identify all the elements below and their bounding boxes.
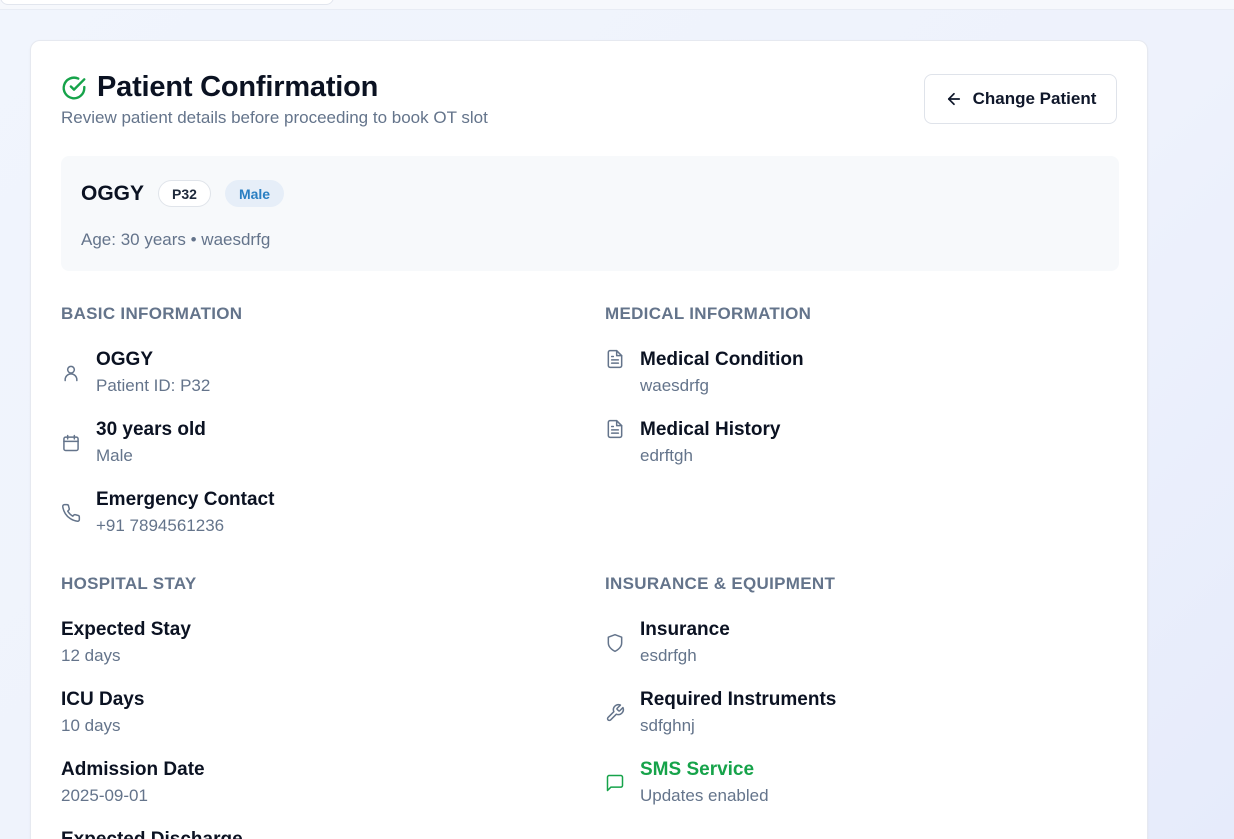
patient-meta: Age: 30 years • waesdrfg <box>81 230 271 249</box>
shield-icon <box>605 633 625 653</box>
wrench-icon <box>605 703 625 723</box>
info-value: edrftgh <box>640 446 693 465</box>
section-basic-information: BASIC INFORMATION <box>61 304 243 323</box>
stay-label: Admission Date <box>61 759 205 780</box>
info-label: Medical History <box>640 419 781 440</box>
user-icon <box>61 363 81 383</box>
document-icon <box>605 349 625 369</box>
info-label: OGGY <box>96 349 154 370</box>
info-value: Patient ID: P32 <box>96 376 211 395</box>
section-hospital-stay: HOSPITAL STAY <box>61 574 197 593</box>
top-bar <box>0 0 1234 10</box>
stay-item-expected-discharge: Expected Discharge <box>61 828 243 839</box>
gender-badge: Male <box>224 180 285 207</box>
section-medical-information: MEDICAL INFORMATION <box>605 304 812 323</box>
patient-confirmation-card: Patient Confirmation Review patient deta… <box>30 40 1148 839</box>
phone-icon <box>61 503 81 523</box>
info-label: SMS Service <box>640 759 755 780</box>
stay-label: Expected Discharge <box>61 828 243 839</box>
info-label: Required Instruments <box>640 689 837 710</box>
info-value: Male <box>96 446 133 465</box>
stay-label: Expected Stay <box>61 619 191 640</box>
change-patient-button[interactable]: Change Patient <box>924 74 1117 124</box>
info-item-age: 30 years old Male <box>61 418 206 467</box>
info-item-patient: OGGY Patient ID: P32 <box>61 348 210 397</box>
section-insurance-equipment: INSURANCE & EQUIPMENT <box>605 574 836 593</box>
info-item-insurance: Insurance esdrfgh <box>605 618 730 667</box>
patient-name: OGGY <box>81 181 145 205</box>
stay-value: 12 days <box>61 646 121 665</box>
change-patient-label: Change Patient <box>972 89 1097 108</box>
patient-id-badge: P32 <box>158 180 211 207</box>
info-item-required-instruments: Required Instruments sdfghnj <box>605 688 836 737</box>
info-label: 30 years old <box>96 419 206 440</box>
info-label: Insurance <box>640 619 730 640</box>
message-icon <box>605 773 625 793</box>
info-item-medical-history: Medical History edrftgh <box>605 418 780 467</box>
stay-item-icu-days: ICU Days 10 days <box>61 688 144 737</box>
info-item-sms-service: SMS Service Updates enabled <box>605 758 769 807</box>
info-value: waesdrfg <box>640 376 709 395</box>
info-item-medical-condition: Medical Condition waesdrfg <box>605 348 804 397</box>
check-circle-icon <box>61 75 87 101</box>
stay-value: 2025-09-01 <box>61 786 148 805</box>
patient-summary: OGGY P32 Male Age: 30 years • waesdrfg <box>61 156 1119 271</box>
page-title: Patient Confirmation <box>97 71 379 103</box>
stay-item-admission-date: Admission Date 2025-09-01 <box>61 758 205 807</box>
info-label: Medical Condition <box>640 349 804 370</box>
stay-label: ICU Days <box>61 689 145 710</box>
document-icon <box>605 419 625 439</box>
stay-item-expected-stay: Expected Stay 12 days <box>61 618 191 667</box>
summary-name-row: OGGY P32 Male <box>81 180 285 207</box>
info-value: esdrfgh <box>640 646 697 665</box>
top-tab[interactable] <box>0 0 334 5</box>
calendar-icon <box>61 433 81 453</box>
arrow-left-icon <box>945 90 963 108</box>
stay-value: 10 days <box>61 716 121 735</box>
card-header: Patient Confirmation Review patient deta… <box>61 71 1117 131</box>
info-value: Updates enabled <box>640 786 769 805</box>
info-value: sdfghnj <box>640 716 695 735</box>
info-label: Emergency Contact <box>96 489 275 510</box>
info-value: +91 7894561236 <box>96 516 225 535</box>
info-item-emergency-contact: Emergency Contact +91 7894561236 <box>61 488 274 537</box>
